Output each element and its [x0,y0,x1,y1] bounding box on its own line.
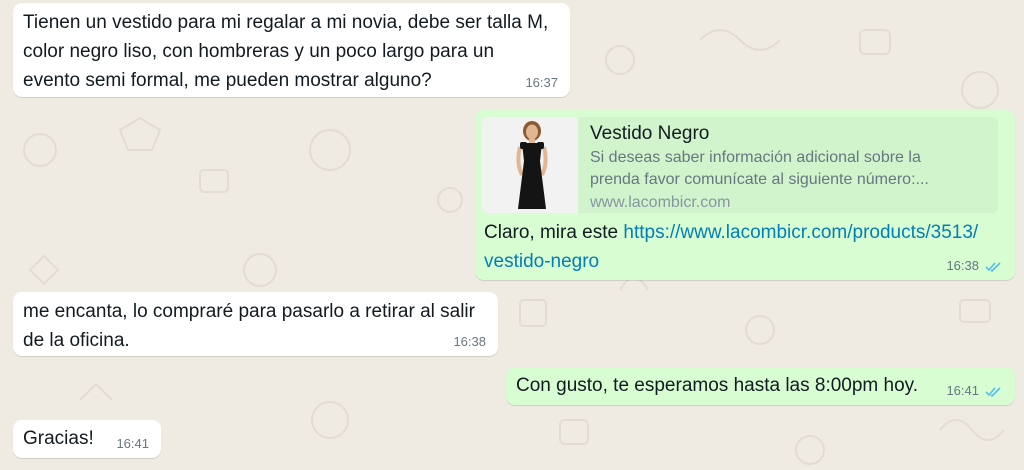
timestamp-text: 16:38 [453,334,486,349]
dress-model-image [482,117,578,213]
timestamp-text: 16:37 [525,75,558,90]
link-preview-card[interactable]: Vestido Negro Si deseas saber informació… [482,117,998,213]
message-timestamp: 16:37 [525,75,558,91]
message-timestamp: 16:38 [946,258,1003,274]
message-text: Tienen un vestido para mi regalar a mi n… [23,8,560,95]
double-check-icon [985,261,1001,272]
product-link-continued[interactable]: vestido-negro [484,251,599,272]
product-link[interactable]: https://www.lacombicr.com/products/3513/ [623,222,978,243]
message-line: evento semi formal, me pueden mostrar al… [23,70,432,91]
message-text: me encanta, lo compraré para pasarlo a r… [23,297,488,355]
message-text: Claro, mira este https://www.lacombicr.c… [484,218,1004,276]
message-timestamp: 16:41 [946,383,1003,399]
link-preview-domain: www.lacombicr.com [590,194,731,211]
message-line: Tienen un vestido para mi regalar a mi n… [23,12,549,33]
link-preview-description: Si deseas saber información adicional so… [590,147,988,191]
incoming-message-bubble[interactable]: Tienen un vestido para mi regalar a mi n… [13,3,570,97]
incoming-message-bubble[interactable]: Gracias! 16:41 [13,420,161,458]
timestamp-text: 16:38 [946,258,979,273]
message-text: Con gusto, te esperamos hasta las 8:00pm… [516,375,919,396]
message-line: me encanta, lo compraré para pasarlo a r… [23,301,475,322]
double-check-icon [985,386,1001,397]
outgoing-message-bubble[interactable]: Con gusto, te esperamos hasta las 8:00pm… [506,367,1015,405]
link-preview-title: Vestido Negro [590,123,710,144]
incoming-message-bubble[interactable]: me encanta, lo compraré para pasarlo a r… [13,292,498,356]
timestamp-text: 16:41 [116,436,149,451]
timestamp-text: 16:41 [946,383,979,398]
message-text-prefix: Claro, mira este [484,222,624,243]
message-timestamp: 16:41 [116,436,149,452]
message-line: de la oficina. [23,330,130,351]
description-line: prenda favor comunícate al siguiente núm… [590,171,929,188]
message-line: color negro liso, con hombreras y un poc… [23,41,495,62]
link-preview-text: Vestido Negro Si deseas saber informació… [578,117,998,213]
dress-preview-thumbnail [482,117,578,213]
outgoing-link-message-bubble[interactable]: Vestido Negro Si deseas saber informació… [475,110,1015,280]
message-timestamp: 16:38 [453,334,486,350]
description-line: Si deseas saber información adicional so… [590,149,921,166]
